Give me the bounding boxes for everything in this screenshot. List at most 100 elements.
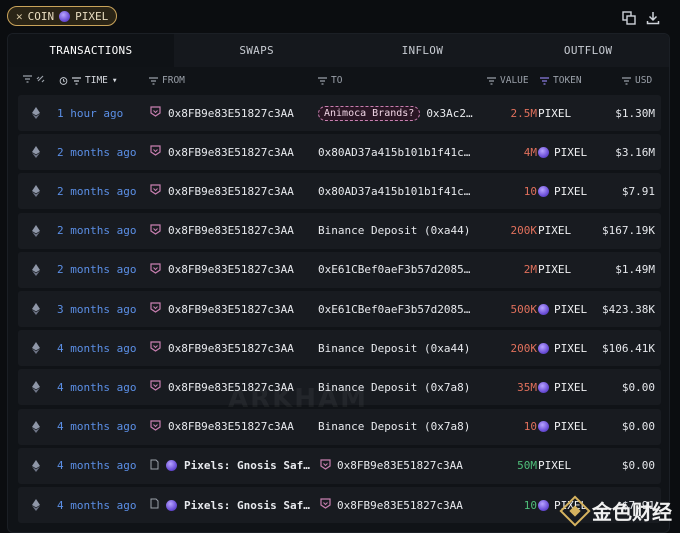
header-from[interactable]: FROM bbox=[149, 75, 185, 86]
from-address[interactable]: 0x8FB9e83E51827c3AA bbox=[168, 146, 294, 159]
to-cell: Binance Deposit (0xa44) bbox=[318, 330, 483, 366]
filter-icon[interactable] bbox=[72, 76, 81, 85]
token-cell[interactable]: PIXEL bbox=[538, 173, 587, 209]
token-cell[interactable]: PIXEL bbox=[538, 213, 571, 249]
token-cell[interactable]: PIXEL bbox=[538, 134, 587, 170]
token-symbol: PIXEL bbox=[538, 263, 572, 277]
to-address[interactable]: 0x3Ac2… bbox=[426, 107, 472, 120]
close-icon[interactable]: ✕ bbox=[16, 10, 23, 23]
to-address[interactable]: 0x8FB9e83E51827c3AA bbox=[337, 459, 463, 472]
header-filter-group[interactable] bbox=[23, 75, 45, 83]
header-usd[interactable]: USD bbox=[622, 75, 652, 86]
usd-value: $7.91 bbox=[621, 184, 655, 198]
tx-time[interactable]: 4 months ago bbox=[57, 330, 136, 366]
site-watermark-logo: 金色财经 bbox=[559, 494, 672, 527]
arkham-watermark: ARKHAM bbox=[228, 384, 369, 414]
table-row[interactable]: 2 months ago 0x8FB9e83E51827c3AA 0x80AD3… bbox=[18, 173, 661, 210]
table-row[interactable]: 1 hour ago 0x8FB9e83E51827c3AA Animoca B… bbox=[18, 95, 661, 131]
ethereum-icon bbox=[32, 409, 44, 445]
address-icon bbox=[150, 184, 161, 198]
table-row[interactable]: 2 months ago 0x8FB9e83E51827c3AA 0xE61CB… bbox=[18, 251, 661, 288]
tx-time[interactable]: 2 months ago bbox=[57, 213, 136, 249]
tx-time[interactable]: 4 months ago bbox=[57, 487, 136, 523]
header-time[interactable]: TIME ▾ bbox=[59, 75, 118, 86]
to-address[interactable]: Binance Deposit (0xa44) bbox=[318, 224, 470, 237]
pixel-entity-icon bbox=[166, 499, 177, 511]
to-address[interactable]: Binance Deposit (0x7a8) bbox=[318, 420, 470, 433]
filter-icon[interactable] bbox=[318, 76, 327, 85]
filter-icon[interactable] bbox=[622, 76, 631, 85]
tab-inflow[interactable]: INFLOW bbox=[340, 34, 506, 67]
logo-text: 金色财经 bbox=[592, 500, 672, 524]
copy-icon[interactable] bbox=[622, 11, 636, 25]
coin-filter-chip[interactable]: ✕ COIN PIXEL bbox=[7, 6, 118, 26]
address-icon bbox=[150, 263, 161, 277]
ethereum-icon bbox=[32, 95, 44, 131]
download-icon[interactable] bbox=[646, 11, 660, 25]
link-icon[interactable] bbox=[36, 75, 45, 83]
to-cell: 0xE61CBef0aeF3b57d2085… bbox=[318, 252, 483, 288]
from-cell: 0x8FB9e83E51827c3AA bbox=[150, 95, 320, 131]
tx-time[interactable]: 1 hour ago bbox=[57, 95, 123, 131]
tx-time[interactable]: 4 months ago bbox=[57, 448, 136, 484]
filter-icon[interactable] bbox=[540, 76, 549, 85]
filter-icon[interactable] bbox=[487, 76, 496, 85]
tab-transactions[interactable]: TRANSACTIONS bbox=[8, 34, 174, 67]
to-cell: 0xE61CBef0aeF3b57d2085… bbox=[318, 291, 483, 327]
from-address[interactable]: 0x8FB9e83E51827c3AA bbox=[168, 420, 294, 433]
to-address[interactable]: 0xE61CBef0aeF3b57d2085… bbox=[318, 263, 470, 276]
filter-icon[interactable] bbox=[23, 75, 32, 83]
token-symbol: PIXEL bbox=[538, 459, 572, 473]
token-cell[interactable]: PIXEL bbox=[538, 291, 587, 327]
sort-down-icon[interactable]: ▾ bbox=[112, 75, 118, 86]
to-address[interactable]: Binance Deposit (0xa44) bbox=[318, 342, 470, 355]
from-address[interactable]: 0x8FB9e83E51827c3AA bbox=[168, 185, 294, 198]
from-cell: 0x8FB9e83E51827c3AA bbox=[150, 134, 320, 170]
tx-time[interactable]: 3 months ago bbox=[57, 291, 136, 327]
tab-outflow[interactable]: OUTFLOW bbox=[505, 34, 669, 67]
token-symbol: PIXEL bbox=[554, 341, 588, 355]
usd-value: $0.00 bbox=[621, 459, 655, 473]
token-cell[interactable]: PIXEL bbox=[538, 330, 587, 366]
tx-time[interactable]: 4 months ago bbox=[57, 369, 136, 405]
table-row[interactable]: 3 months ago 0x8FB9e83E51827c3AA 0xE61CB… bbox=[18, 291, 661, 327]
token-cell[interactable]: PIXEL bbox=[538, 369, 587, 405]
filter-icon[interactable] bbox=[149, 76, 158, 85]
tab-swaps[interactable]: SWAPS bbox=[174, 34, 340, 67]
entity-tag[interactable]: Animoca Brands? bbox=[318, 105, 421, 121]
tx-time[interactable]: 4 months ago bbox=[57, 409, 136, 445]
token-cell[interactable]: PIXEL bbox=[538, 252, 571, 288]
from-address[interactable]: 0x8FB9e83E51827c3AA bbox=[168, 303, 294, 316]
from-entity[interactable]: Pixels: Gnosis Saf… bbox=[184, 459, 310, 472]
table-row[interactable]: 2 months ago 0x8FB9e83E51827c3AA 0x80AD3… bbox=[18, 134, 661, 171]
header-from-label: FROM bbox=[162, 75, 185, 86]
from-address[interactable]: 0x8FB9e83E51827c3AA bbox=[168, 263, 294, 276]
tx-time[interactable]: 2 months ago bbox=[57, 173, 136, 209]
to-address[interactable]: 0xE61CBef0aeF3b57d2085… bbox=[318, 303, 470, 316]
address-icon bbox=[150, 419, 161, 434]
header-value[interactable]: VALUE bbox=[487, 75, 529, 86]
filter-chip-prefix: COIN bbox=[27, 9, 55, 23]
header-token[interactable]: TOKEN bbox=[540, 75, 582, 86]
from-cell: Pixels: Gnosis Saf… bbox=[150, 487, 320, 523]
table-row[interactable]: 2 months ago 0x8FB9e83E51827c3AA Binance… bbox=[18, 212, 661, 249]
to-address[interactable]: 0x8FB9e83E51827c3AA bbox=[337, 499, 463, 512]
from-entity[interactable]: Pixels: Gnosis Saf… bbox=[184, 499, 310, 512]
from-address[interactable]: 0x8FB9e83E51827c3AA bbox=[168, 107, 294, 120]
usd-value: $0.00 bbox=[621, 420, 655, 434]
ethereum-icon bbox=[32, 369, 44, 405]
from-address[interactable]: 0x8FB9e83E51827c3AA bbox=[168, 342, 294, 355]
tx-time[interactable]: 2 months ago bbox=[57, 134, 136, 170]
from-address[interactable]: 0x8FB9e83E51827c3AA bbox=[168, 224, 294, 237]
pixel-token-icon bbox=[538, 421, 549, 433]
token-cell[interactable]: PIXEL bbox=[538, 448, 571, 484]
usd-value: $423.38K bbox=[602, 302, 655, 316]
token-cell[interactable]: PIXEL bbox=[538, 95, 571, 131]
table-row[interactable]: 4 months ago Pixels: Gnosis Saf… 0x8FB9e… bbox=[18, 447, 661, 484]
to-address[interactable]: 0x80AD37a415b101b1f41c… bbox=[318, 146, 470, 159]
table-row[interactable]: 4 months ago 0x8FB9e83E51827c3AA Binance… bbox=[18, 330, 661, 367]
token-cell[interactable]: PIXEL bbox=[538, 409, 587, 445]
header-to[interactable]: TO bbox=[318, 75, 342, 86]
tx-time[interactable]: 2 months ago bbox=[57, 252, 136, 288]
to-address[interactable]: 0x80AD37a415b101b1f41c… bbox=[318, 185, 470, 198]
